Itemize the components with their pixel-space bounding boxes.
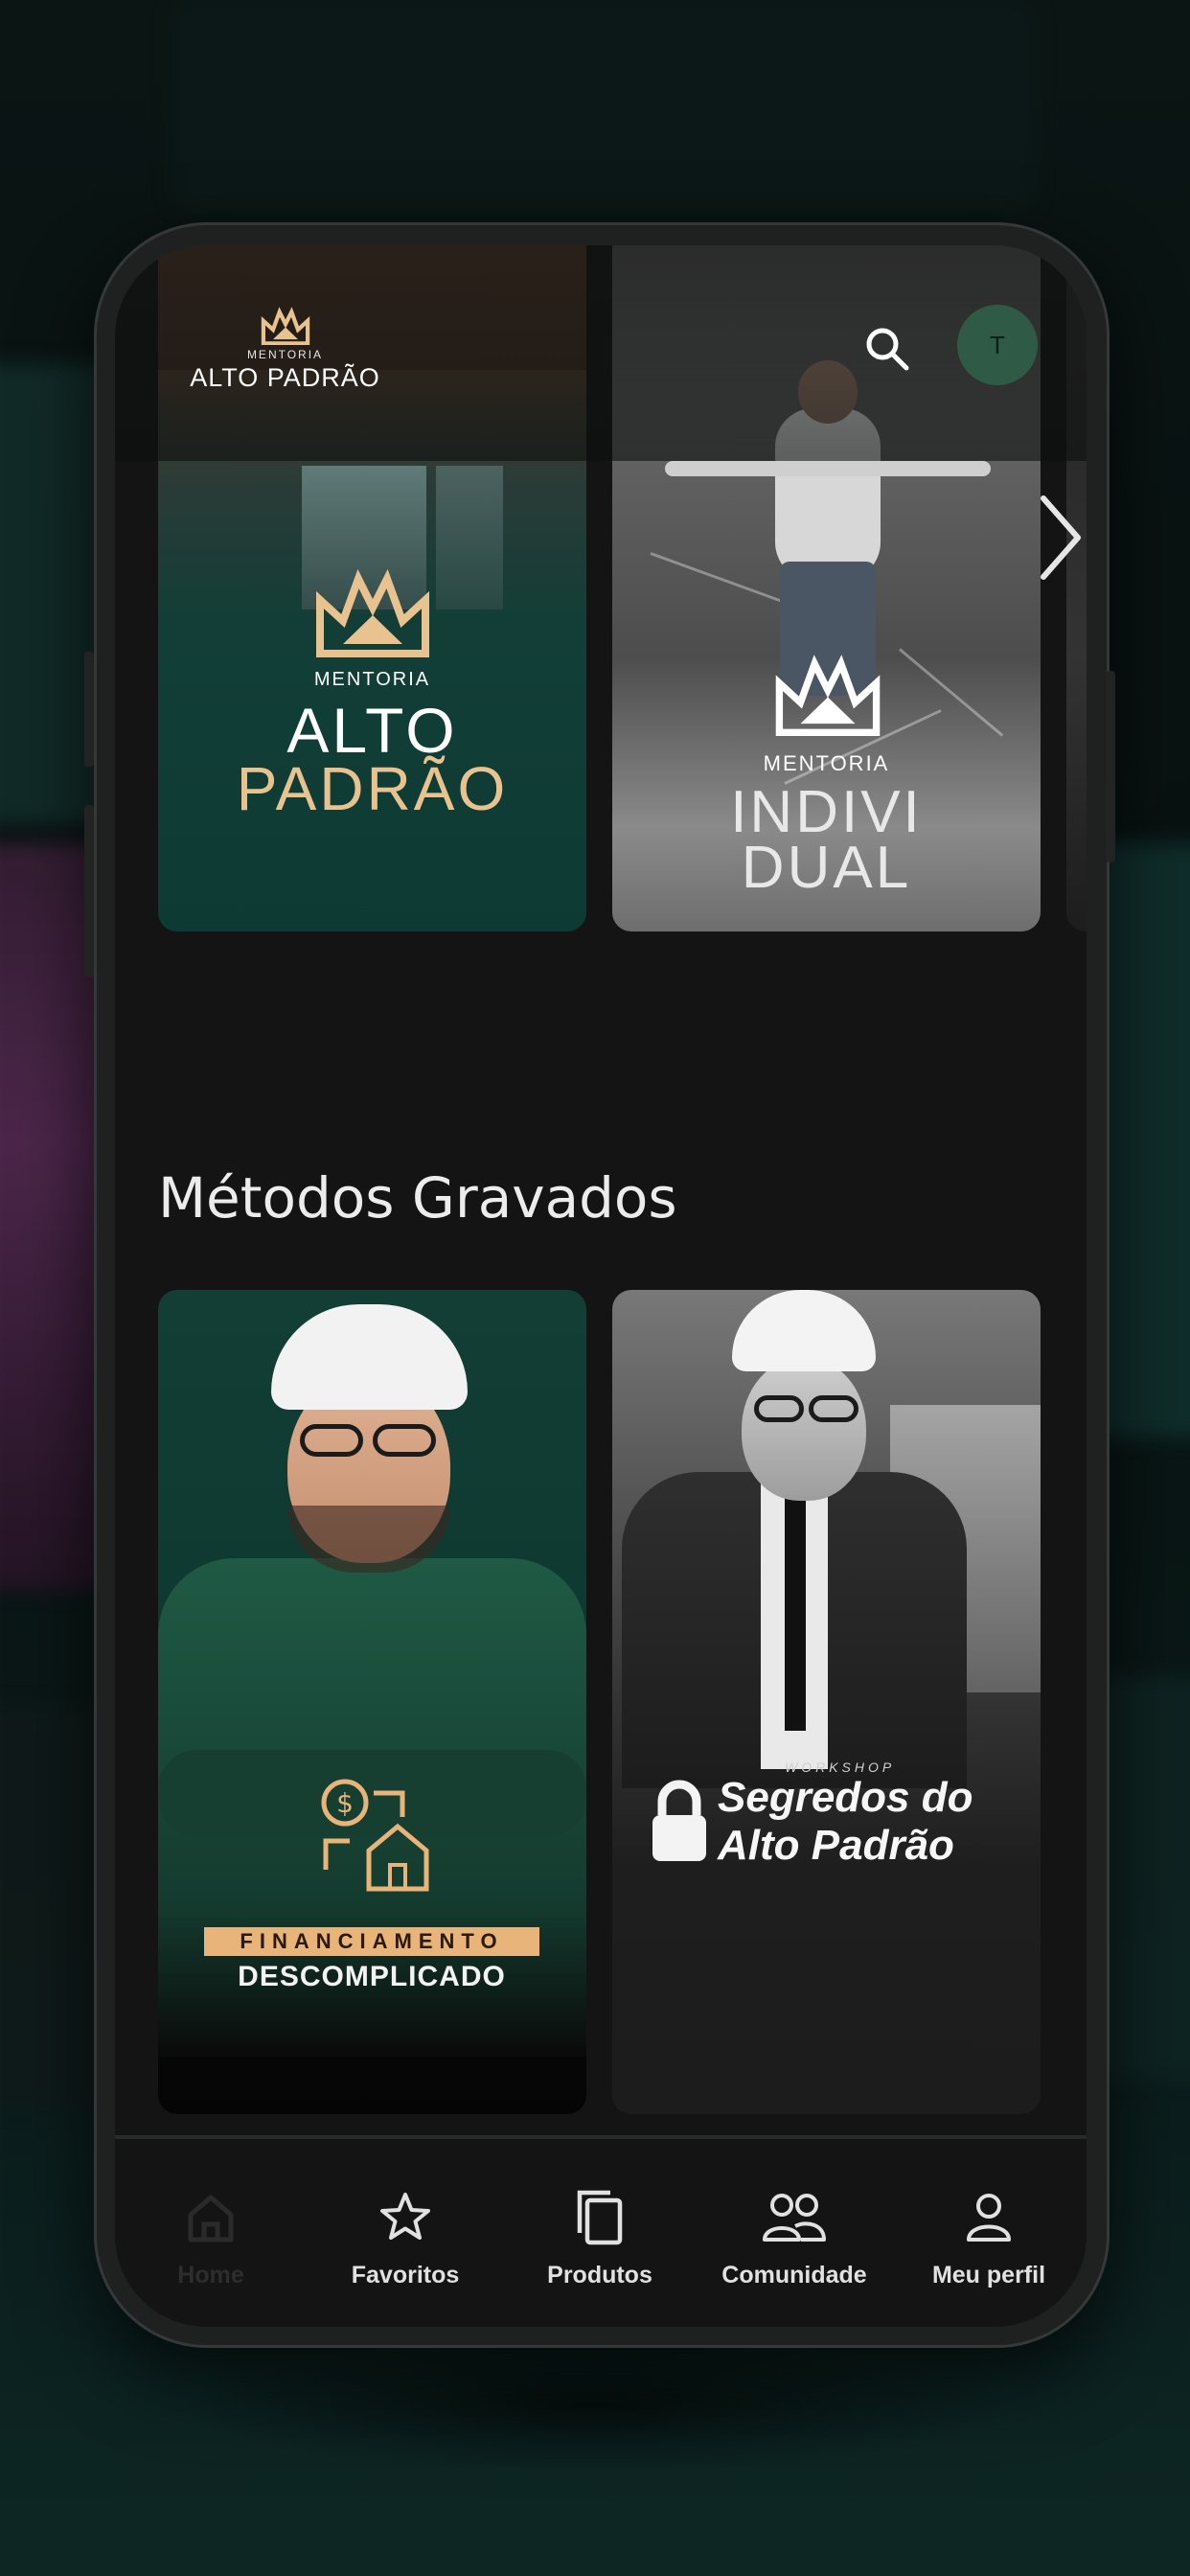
glasses bbox=[754, 1395, 804, 1422]
svg-text:$: $ bbox=[336, 1787, 354, 1819]
course-card-financiamento[interactable]: $ FINANCIAMENTO DESCOMPLICADO bbox=[158, 1290, 586, 2114]
nav-label-produtos: Produtos bbox=[547, 2262, 652, 2288]
phone-side-button bbox=[84, 652, 94, 767]
card-title-line2: Alto Padrão bbox=[718, 1822, 954, 1869]
nav-label-meu-perfil: Meu perfil bbox=[931, 2262, 1046, 2288]
phone-side-button bbox=[84, 805, 94, 978]
section-title: Métodos Gravados bbox=[158, 1165, 677, 1230]
nav-item-comunidade[interactable]: Comunidade bbox=[698, 2187, 890, 2289]
banner-label-line3: PADRÃO bbox=[236, 754, 509, 823]
card-label-bottom: DESCOMPLICADO bbox=[238, 1961, 506, 1992]
money-house-icon: $ bbox=[321, 1779, 429, 1892]
banner-label-small: MENTORIA bbox=[313, 669, 431, 690]
card-label-top: FINANCIAMENTO bbox=[204, 1927, 539, 1956]
card-title-line1: Segredos do bbox=[718, 1774, 973, 1821]
app-logo[interactable]: MENTORIA ALTO PADRÃO bbox=[163, 305, 407, 393]
crown-logo-icon bbox=[316, 568, 429, 657]
phone-shadow bbox=[172, 2338, 1016, 2472]
banner-label-line3: DUAL bbox=[741, 835, 912, 901]
nav-item-meu-perfil[interactable]: Meu perfil bbox=[893, 2187, 1085, 2289]
person-face bbox=[742, 1357, 866, 1501]
logo-title: ALTO PADRÃO bbox=[190, 363, 380, 392]
card-label-small: WORKSHOP bbox=[785, 1760, 896, 1775]
person-arms bbox=[665, 461, 991, 476]
building-window bbox=[436, 466, 503, 610]
nav-label-favoritos: Favoritos bbox=[351, 2262, 460, 2288]
copy-icon bbox=[577, 2190, 623, 2245]
search-icon bbox=[866, 328, 909, 371]
community-icon bbox=[763, 2194, 826, 2242]
glasses bbox=[809, 1395, 858, 1422]
lock-icon bbox=[652, 1780, 706, 1861]
course-card-segredos[interactable]: WORKSHOP Segredos do Alto Padrão bbox=[612, 1290, 1041, 2114]
phone-side-button bbox=[1106, 671, 1115, 862]
card-title: Segredos do Alto Padrão bbox=[718, 1774, 973, 1870]
person-tie bbox=[785, 1491, 806, 1731]
home-icon bbox=[188, 2195, 234, 2242]
nav-label-comunidade: Comunidade bbox=[721, 2262, 867, 2288]
nav-item-home[interactable]: Home bbox=[115, 2187, 307, 2289]
nav-label-home: Home bbox=[177, 2262, 244, 2288]
avatar[interactable]: T bbox=[957, 305, 1038, 385]
nav-item-produtos[interactable]: Produtos bbox=[504, 2187, 696, 2289]
glasses bbox=[300, 1424, 363, 1457]
search-button[interactable] bbox=[858, 320, 916, 378]
crown-logo-icon bbox=[775, 655, 881, 736]
background-shape bbox=[172, 0, 1035, 211]
crown-logo-icon bbox=[261, 307, 309, 346]
bottom-navigation: Home Favoritos Produtos Comunidade Meu p… bbox=[115, 2135, 1087, 2327]
hard-hat bbox=[271, 1304, 468, 1410]
glasses bbox=[373, 1424, 436, 1457]
hard-hat bbox=[732, 1290, 876, 1371]
chevron-right-icon[interactable] bbox=[1030, 485, 1087, 590]
user-icon bbox=[967, 2194, 1011, 2242]
logo-subtitle: MENTORIA bbox=[246, 348, 324, 361]
banner-label-small: MENTORIA bbox=[763, 751, 890, 775]
app-screen: MENTORIA ALTO PADRÃO MENTORIA INDIVI DUA… bbox=[115, 245, 1087, 2327]
star-icon bbox=[380, 2193, 430, 2240]
app-header: MENTORIA ALTO PADRÃO T bbox=[115, 245, 1087, 461]
nav-item-favoritos[interactable]: Favoritos bbox=[309, 2187, 501, 2289]
